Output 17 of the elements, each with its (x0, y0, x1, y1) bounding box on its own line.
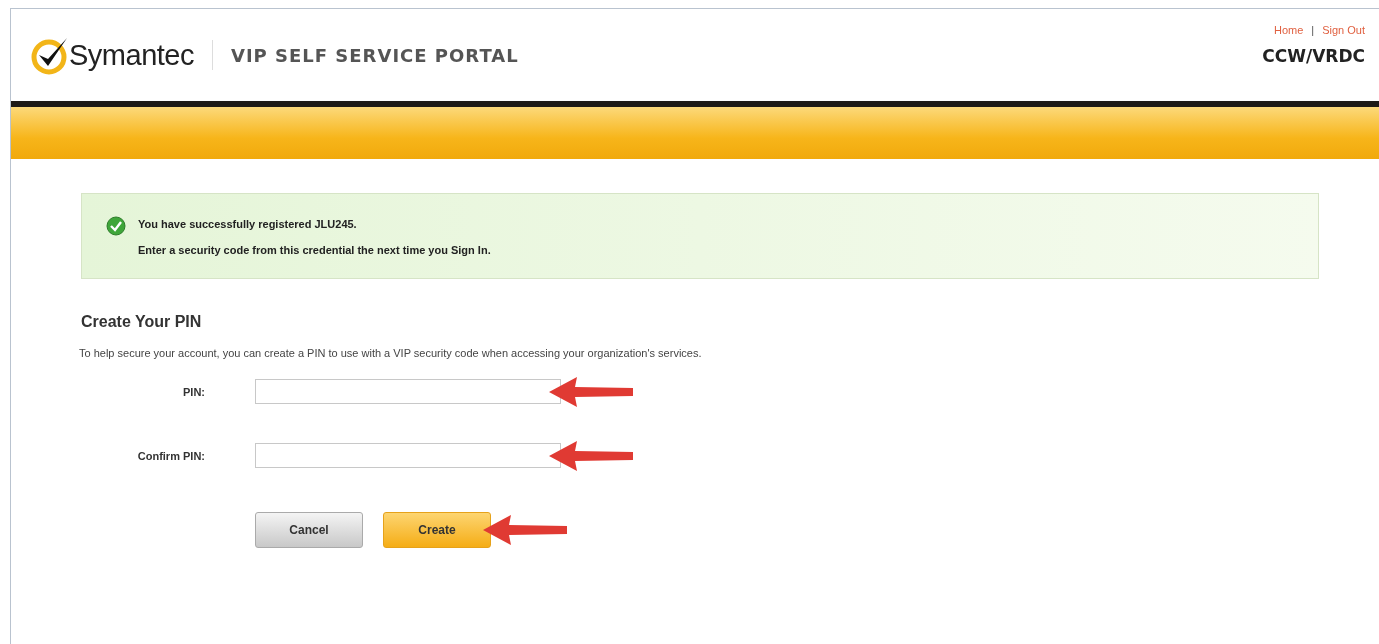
brand-name: Symantec (69, 38, 194, 72)
message-text: Enter a security code from this credential the next time you Sign In. (138, 244, 491, 256)
section-heading: Create Your PIN (81, 313, 203, 331)
pin-field[interactable] (255, 379, 561, 404)
header-link[interactable]: Sign Out (1322, 24, 1365, 36)
form-button[interactable]: Cancel (255, 512, 363, 548)
pin-field[interactable] (255, 443, 561, 468)
organization-name: CCW/VRDC (1262, 46, 1365, 66)
success-check-icon (106, 216, 126, 236)
portal-title: VIP SELF SERVICE PORTAL (230, 44, 519, 66)
field-label: PIN: (182, 385, 206, 398)
link-separator: | (1311, 24, 1315, 36)
description-text: To help secure your account, you can create a PIN to use with a VIP security code when accessing your organization's services. (79, 347, 703, 359)
header-link[interactable]: Home (1274, 24, 1304, 36)
field-label: Confirm PIN: (136, 449, 206, 462)
message-text: You have successfully registered JLU245. (138, 218, 358, 230)
form-button[interactable]: Create (383, 512, 491, 548)
